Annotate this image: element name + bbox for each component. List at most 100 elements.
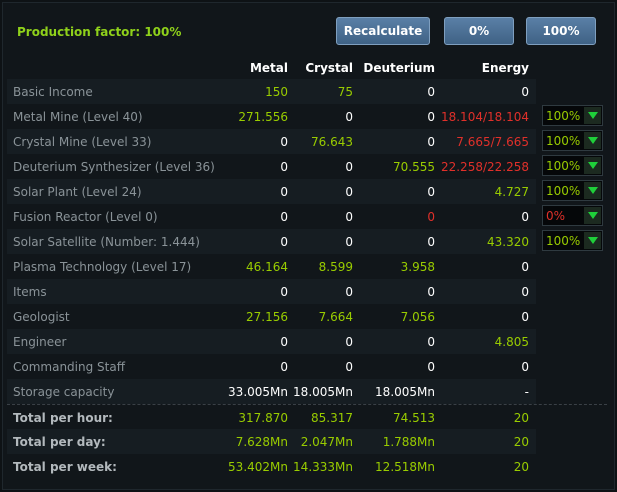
crystal-value: 0 <box>345 160 353 174</box>
select-value: 100% <box>546 184 581 198</box>
production-percent-select[interactable]: 100% <box>542 155 603 176</box>
table-row: Items 0 0 0 0 <box>7 279 607 304</box>
metal-value: 0 <box>280 135 288 149</box>
select-value: 100% <box>546 109 581 123</box>
table-row: Crystal Mine (Level 33) 0 76.643 0 7.665/7.6… <box>7 129 607 154</box>
metal-value: 7.628Mn <box>235 435 288 449</box>
energy-value: 18.104/18.104 <box>440 110 529 124</box>
chevron-down-icon[interactable] <box>584 157 601 174</box>
crystal-value: 75 <box>337 85 353 99</box>
metal-value: 0 <box>280 360 288 374</box>
chevron-down-icon[interactable] <box>584 232 601 249</box>
metal-value: 27.156 <box>246 310 288 324</box>
table-row: Commanding Staff 0 0 0 0 <box>7 354 607 379</box>
chevron-down-icon[interactable] <box>584 132 601 149</box>
deuterium-value: 0 <box>427 360 435 374</box>
metal-value: 46.164 <box>246 260 288 274</box>
dropdown-triangle <box>587 112 598 119</box>
chevron-down-icon[interactable] <box>584 182 601 199</box>
row-label: Engineer <box>13 335 67 349</box>
energy-value: 4.805 <box>494 335 529 349</box>
metal-value: 150 <box>265 85 288 99</box>
crystal-value: 14.333Mn <box>293 460 353 474</box>
production-percent-select[interactable]: 100% <box>542 230 603 251</box>
set-all-0-percent-button[interactable]: 0% <box>444 17 514 45</box>
table-row: Fusion Reactor (Level 0) 0 0 0 0 0% <box>7 204 607 229</box>
dropdown-triangle <box>587 212 598 219</box>
select-value: 100% <box>546 159 581 173</box>
dropdown-triangle <box>587 187 598 194</box>
row-label: Total per week: <box>13 460 117 474</box>
dropdown-triangle <box>587 137 598 144</box>
deuterium-value: 74.513 <box>393 411 435 425</box>
row-label: Solar Satellite (Number: 1.444) <box>13 235 200 249</box>
row-label: Plasma Technology (Level 17) <box>13 260 192 274</box>
toolbar: Production factor: 100% Recalculate 0% 1… <box>3 3 614 55</box>
crystal-value: 8.599 <box>318 260 353 274</box>
table-row: Storage capacity 33.005Mn 18.005Mn 18.005Mn… <box>7 379 607 404</box>
production-percent-select[interactable]: 100% <box>542 130 603 151</box>
metal-value: 33.005Mn <box>228 385 288 399</box>
deuterium-value: 18.005Mn <box>375 385 435 399</box>
row-label: Items <box>13 285 47 299</box>
dropdown-triangle <box>587 237 598 244</box>
crystal-value: 76.643 <box>311 135 353 149</box>
set-all-100-percent-button[interactable]: 100% <box>526 17 596 45</box>
crystal-value: 0 <box>345 285 353 299</box>
column-header-crystal: Crystal <box>305 61 353 75</box>
chevron-down-icon[interactable] <box>584 207 601 224</box>
metal-value: 53.402Mn <box>228 460 288 474</box>
crystal-value: 0 <box>345 210 353 224</box>
energy-value: - <box>524 385 529 399</box>
crystal-value: 0 <box>345 185 353 199</box>
total-row: Total per week: 53.402Mn 14.333Mn 12.518Mn 2… <box>7 454 607 479</box>
row-label: Commanding Staff <box>13 360 125 374</box>
production-percent-select[interactable]: 100% <box>542 105 603 126</box>
table-row: Solar Satellite (Number: 1.444) 0 0 0 43.320… <box>7 229 607 254</box>
energy-value: 22.258/22.258 <box>440 160 529 174</box>
row-label: Solar Plant (Level 24) <box>13 185 142 199</box>
metal-value: 0 <box>280 185 288 199</box>
deuterium-value: 12.518Mn <box>375 460 435 474</box>
row-label: Fusion Reactor (Level 0) <box>13 210 158 224</box>
row-label: Crystal Mine (Level 33) <box>13 135 152 149</box>
table-row: Metal Mine (Level 40) 271.556 0 0 18.104/18.… <box>7 104 607 129</box>
energy-value: 20 <box>513 435 529 449</box>
energy-value: 7.665/7.665 <box>456 135 529 149</box>
recalculate-button[interactable]: Recalculate <box>336 17 430 45</box>
production-percent-select[interactable]: 0% <box>542 205 603 226</box>
row-label: Total per hour: <box>13 411 113 425</box>
crystal-value: 7.664 <box>318 310 353 324</box>
crystal-value: 0 <box>345 235 353 249</box>
energy-value: 4.727 <box>494 185 529 199</box>
energy-value: 0 <box>521 285 529 299</box>
row-label: Deuterium Synthesizer (Level 36) <box>13 160 215 174</box>
deuterium-value: 0 <box>427 235 435 249</box>
select-value: 100% <box>546 134 581 148</box>
deuterium-value: 0 <box>427 185 435 199</box>
metal-value: 0 <box>280 285 288 299</box>
energy-value: 43.320 <box>487 235 529 249</box>
table-row: Geologist 27.156 7.664 7.056 0 <box>7 304 607 329</box>
production-percent-select[interactable]: 100% <box>542 180 603 201</box>
metal-value: 271.556 <box>238 110 288 124</box>
deuterium-value: 0 <box>427 110 435 124</box>
table-header: Metal Crystal Deuterium Energy <box>3 57 614 79</box>
column-header-deuterium: Deuterium <box>363 61 435 75</box>
row-label: Total per day: <box>13 435 106 449</box>
table-row: Plasma Technology (Level 17) 46.164 8.599 3… <box>7 254 607 279</box>
row-label: Metal Mine (Level 40) <box>13 110 143 124</box>
chevron-down-icon[interactable] <box>584 107 601 124</box>
crystal-value: 0 <box>345 335 353 349</box>
deuterium-value: 1.788Mn <box>382 435 435 449</box>
table-row: Solar Plant (Level 24) 0 0 0 4.727 100% <box>7 179 607 204</box>
crystal-value: 85.317 <box>311 411 353 425</box>
metal-value: 0 <box>280 160 288 174</box>
energy-value: 0 <box>521 260 529 274</box>
metal-value: 0 <box>280 335 288 349</box>
deuterium-value: 0 <box>427 135 435 149</box>
production-factor-label: Production factor: 100% <box>17 25 182 39</box>
deuterium-value: 70.555 <box>393 160 435 174</box>
crystal-value: 0 <box>345 360 353 374</box>
deuterium-value: 0 <box>427 285 435 299</box>
